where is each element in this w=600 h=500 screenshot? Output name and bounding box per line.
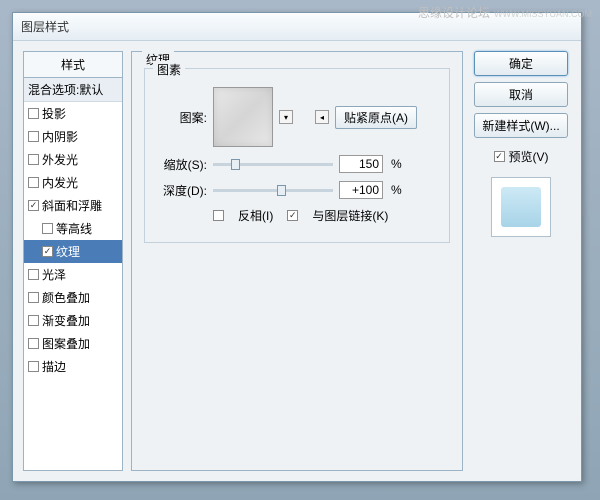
- style-checkbox[interactable]: [42, 223, 53, 234]
- style-checkbox[interactable]: [28, 108, 39, 119]
- invert-checkbox[interactable]: [213, 210, 224, 221]
- dialog-title: 图层样式: [21, 20, 69, 34]
- scale-label: 缩放(S):: [157, 156, 207, 173]
- new-style-button[interactable]: 新建样式(W)...: [474, 113, 568, 138]
- link-layer-label: 与图层链接(K): [312, 207, 388, 224]
- new-preset-icon[interactable]: ◂: [315, 110, 329, 124]
- scale-input[interactable]: [339, 155, 383, 173]
- styles-list: 混合选项:默认 投影内阴影外发光内发光斜面和浮雕等高线纹理光泽颜色叠加渐变叠加图…: [24, 78, 122, 470]
- style-item[interactable]: 纹理: [24, 240, 122, 263]
- preview-label: 预览(V): [509, 148, 549, 165]
- style-item[interactable]: 描边: [24, 355, 122, 378]
- style-checkbox[interactable]: [28, 269, 39, 280]
- preview-swatch: [501, 187, 541, 227]
- style-item[interactable]: 光泽: [24, 263, 122, 286]
- style-label: 颜色叠加: [42, 289, 90, 306]
- style-checkbox[interactable]: [28, 315, 39, 326]
- preview-checkbox[interactable]: [494, 151, 505, 162]
- depth-slider[interactable]: [213, 189, 333, 192]
- style-checkbox[interactable]: [28, 361, 39, 372]
- styles-header: 样式: [24, 52, 122, 78]
- layer-style-dialog: 图层样式 样式 混合选项:默认 投影内阴影外发光内发光斜面和浮雕等高线纹理光泽颜…: [12, 12, 582, 482]
- style-label: 描边: [42, 358, 66, 375]
- ok-button[interactable]: 确定: [474, 51, 568, 76]
- style-label: 纹理: [56, 243, 80, 260]
- invert-label: 反相(I): [238, 207, 273, 224]
- style-item[interactable]: 斜面和浮雕: [24, 194, 122, 217]
- styles-panel: 样式 混合选项:默认 投影内阴影外发光内发光斜面和浮雕等高线纹理光泽颜色叠加渐变…: [23, 51, 123, 471]
- style-item[interactable]: 投影: [24, 102, 122, 125]
- pattern-label: 图案:: [157, 109, 207, 126]
- style-label: 等高线: [56, 220, 92, 237]
- cancel-button[interactable]: 取消: [474, 82, 568, 107]
- pattern-swatch[interactable]: [213, 87, 273, 147]
- depth-label: 深度(D):: [157, 182, 207, 199]
- style-checkbox[interactable]: [28, 338, 39, 349]
- style-label: 内阴影: [42, 128, 78, 145]
- pattern-group: 图素 图案: ▾ ◂ 贴紧原点(A) 缩放(S): % 深度(D):: [144, 68, 450, 243]
- style-checkbox[interactable]: [28, 200, 39, 211]
- watermark: 思缘设计论坛WWW.MISSYUAN.COM: [418, 4, 592, 21]
- texture-panel: 纹理 图素 图案: ▾ ◂ 贴紧原点(A) 缩放(S): %: [131, 51, 463, 471]
- style-item[interactable]: 等高线: [24, 217, 122, 240]
- style-label: 斜面和浮雕: [42, 197, 102, 214]
- style-blend-options[interactable]: 混合选项:默认: [24, 78, 122, 102]
- style-label: 投影: [42, 105, 66, 122]
- style-label: 外发光: [42, 151, 78, 168]
- depth-unit: %: [391, 183, 402, 197]
- style-item[interactable]: 渐变叠加: [24, 309, 122, 332]
- scale-unit: %: [391, 157, 402, 171]
- style-item[interactable]: 内阴影: [24, 125, 122, 148]
- style-checkbox[interactable]: [42, 246, 53, 257]
- snap-origin-button[interactable]: 贴紧原点(A): [335, 106, 417, 129]
- style-item[interactable]: 内发光: [24, 171, 122, 194]
- depth-input[interactable]: [339, 181, 383, 199]
- scale-slider[interactable]: [213, 163, 333, 166]
- style-item[interactable]: 图案叠加: [24, 332, 122, 355]
- pattern-dropdown-icon[interactable]: ▾: [279, 110, 293, 124]
- style-label: 图案叠加: [42, 335, 90, 352]
- right-panel: 确定 取消 新建样式(W)... 预览(V): [471, 51, 571, 471]
- style-label: 渐变叠加: [42, 312, 90, 329]
- link-layer-checkbox[interactable]: [287, 210, 298, 221]
- style-label: 内发光: [42, 174, 78, 191]
- style-item[interactable]: 颜色叠加: [24, 286, 122, 309]
- pattern-group-label: 图素: [153, 61, 185, 78]
- style-label: 光泽: [42, 266, 66, 283]
- style-checkbox[interactable]: [28, 131, 39, 142]
- style-checkbox[interactable]: [28, 154, 39, 165]
- preview-box: [491, 177, 551, 237]
- style-checkbox[interactable]: [28, 292, 39, 303]
- style-checkbox[interactable]: [28, 177, 39, 188]
- style-item[interactable]: 外发光: [24, 148, 122, 171]
